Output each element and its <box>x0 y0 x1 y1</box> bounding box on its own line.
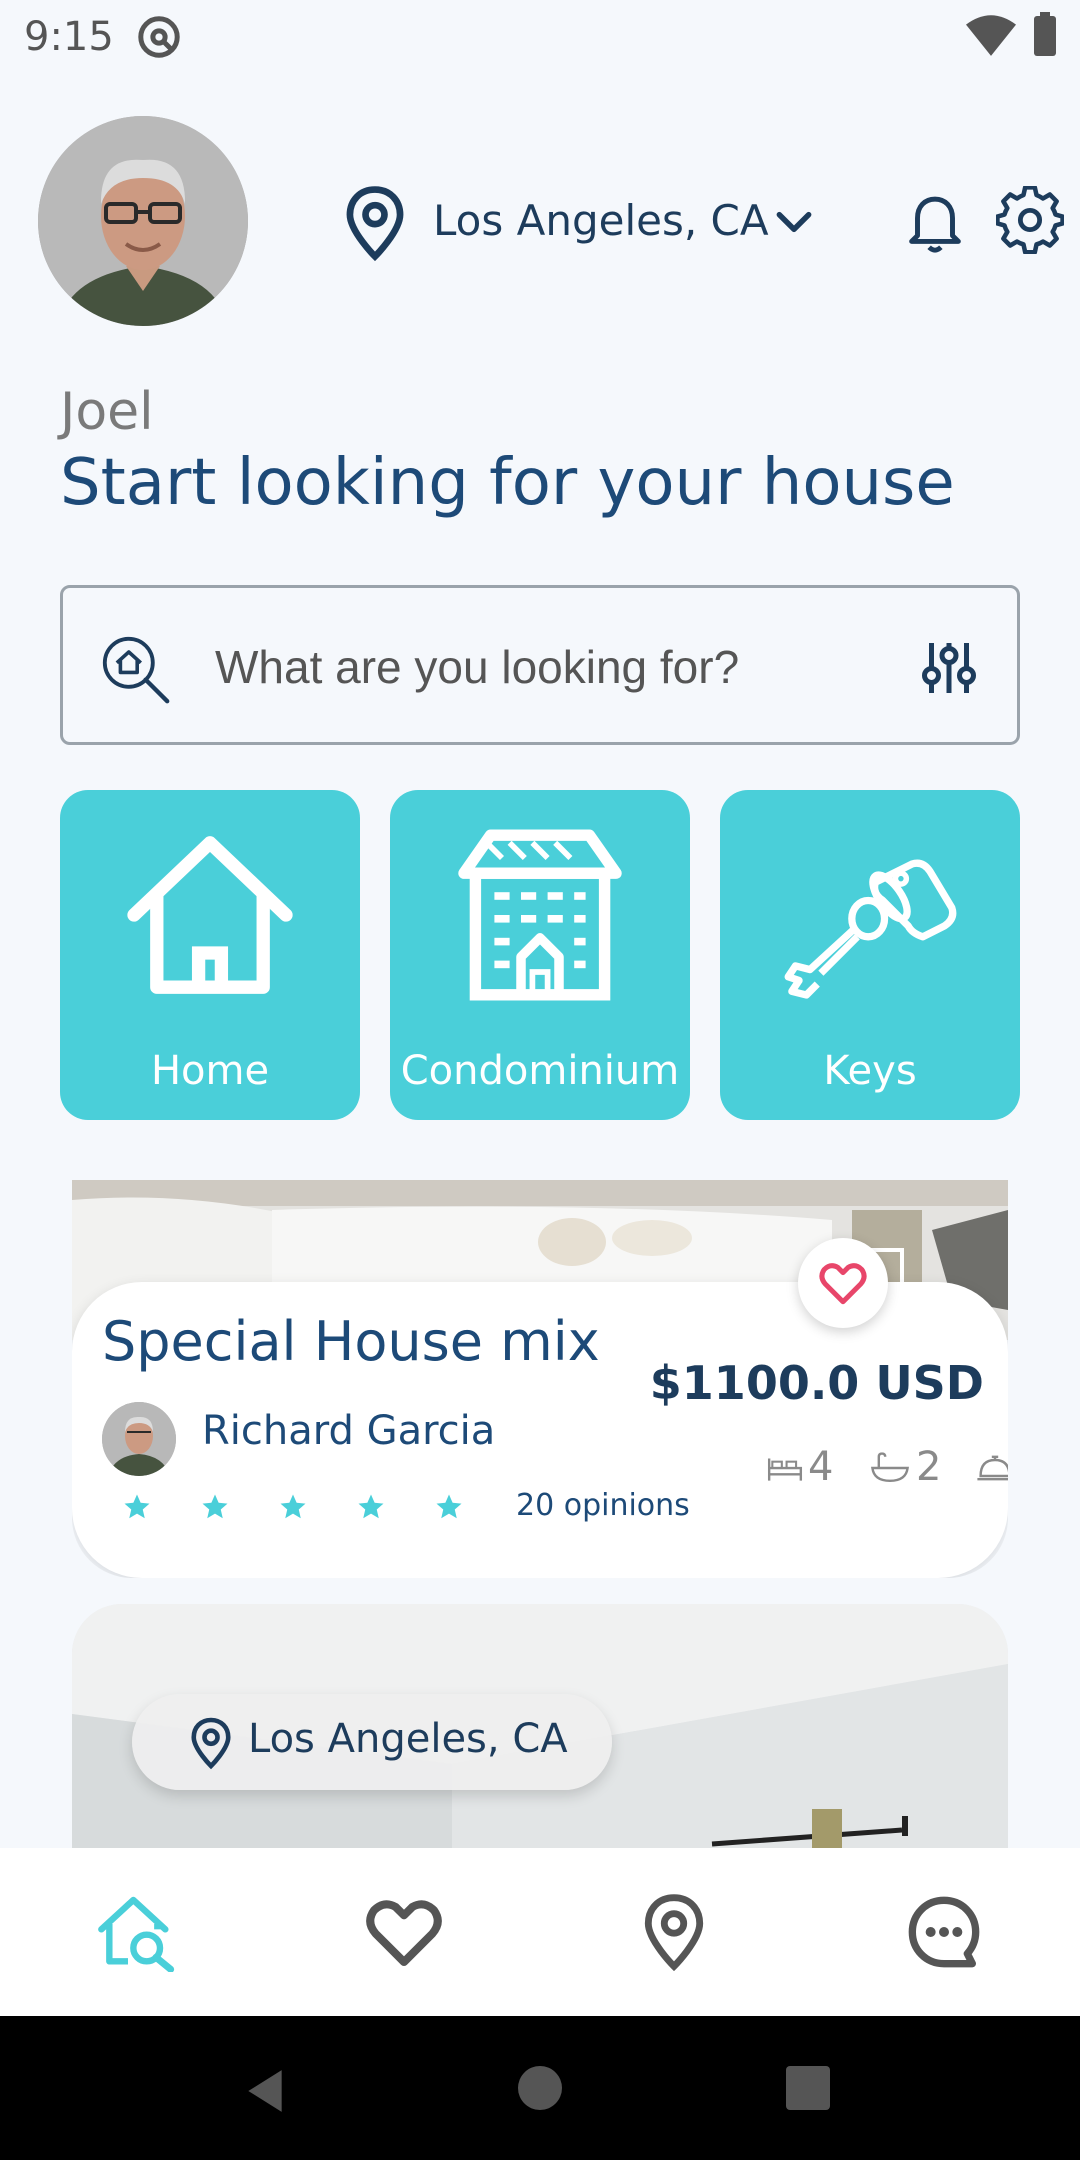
status-time: 9:15 <box>24 14 114 60</box>
home-search-icon <box>102 636 170 704</box>
star-icon <box>202 1494 228 1519</box>
recents-button[interactable] <box>786 2066 830 2110</box>
star-icon <box>124 1494 150 1519</box>
filter-sliders-icon[interactable] <box>919 638 979 698</box>
category-keys[interactable]: Keys <box>720 790 1020 1120</box>
page-headline: Start looking for your house <box>60 446 955 520</box>
user-avatar[interactable] <box>38 116 248 326</box>
listing-price: $1100.0 USD <box>649 1356 984 1410</box>
category-label: Keys <box>823 1048 917 1094</box>
location-pin-icon <box>191 1717 231 1770</box>
star-icon <box>280 1494 306 1519</box>
search-input[interactable] <box>215 628 895 706</box>
user-name: Joel <box>60 382 154 442</box>
opinions-count[interactable]: 20 opinions <box>516 1488 690 1523</box>
location-selector[interactable]: Los Angeles, CA <box>433 196 769 245</box>
agent-name: Richard Garcia <box>202 1408 496 1454</box>
service-bell-icon <box>977 1455 1008 1481</box>
bath-icon <box>871 1452 909 1483</box>
home-search-icon[interactable] <box>96 1892 176 1972</box>
listing-details: Special House mix Richard Garcia 20 opin… <box>72 1282 1008 1578</box>
category-label: Home <box>150 1048 270 1094</box>
search-bar[interactable] <box>60 585 1020 745</box>
chat-icon[interactable] <box>904 1892 984 1972</box>
heart-icon[interactable] <box>364 1892 444 1972</box>
house-icon <box>127 836 293 994</box>
favorite-button[interactable] <box>798 1238 888 1328</box>
location-pin-icon <box>346 186 404 262</box>
listing-card[interactable]: Los Angeles, CA <box>72 1604 1008 1852</box>
heart-icon <box>819 1263 867 1305</box>
star-icon <box>358 1494 384 1519</box>
status-bar: 9:15 <box>0 0 1080 72</box>
beds-count: 4 <box>808 1444 834 1490</box>
chip-location-label: Los Angeles, CA <box>248 1716 568 1762</box>
listing-title: Special House mix <box>102 1310 600 1373</box>
system-nav-bar <box>0 2016 1080 2160</box>
location-chip: Los Angeles, CA <box>132 1694 612 1790</box>
at-sign-icon <box>138 16 180 58</box>
bottom-nav <box>0 1848 1080 2016</box>
bell-icon[interactable] <box>900 186 970 256</box>
star-icon <box>436 1494 462 1519</box>
category-label: Condominium <box>400 1048 680 1094</box>
user-photo <box>38 116 248 326</box>
keys-icon <box>784 859 957 999</box>
chevron-down-icon[interactable] <box>772 200 816 244</box>
baths-count: 2 <box>916 1444 942 1490</box>
home-button[interactable] <box>518 2066 562 2110</box>
category-condominium[interactable]: Condominium <box>390 790 690 1120</box>
battery-icon <box>1034 12 1056 56</box>
wifi-icon <box>966 15 1016 56</box>
back-icon[interactable] <box>240 2066 290 2116</box>
listing-card[interactable]: Special House mix Richard Garcia 20 opin… <box>72 1180 1008 1578</box>
location-icon[interactable] <box>634 1892 714 1972</box>
agent-avatar[interactable] <box>102 1402 176 1476</box>
category-home[interactable]: Home <box>60 790 360 1120</box>
building-icon <box>458 829 622 1001</box>
agent-photo <box>102 1402 176 1476</box>
bed-icon <box>767 1458 803 1481</box>
gear-icon[interactable] <box>996 186 1064 254</box>
